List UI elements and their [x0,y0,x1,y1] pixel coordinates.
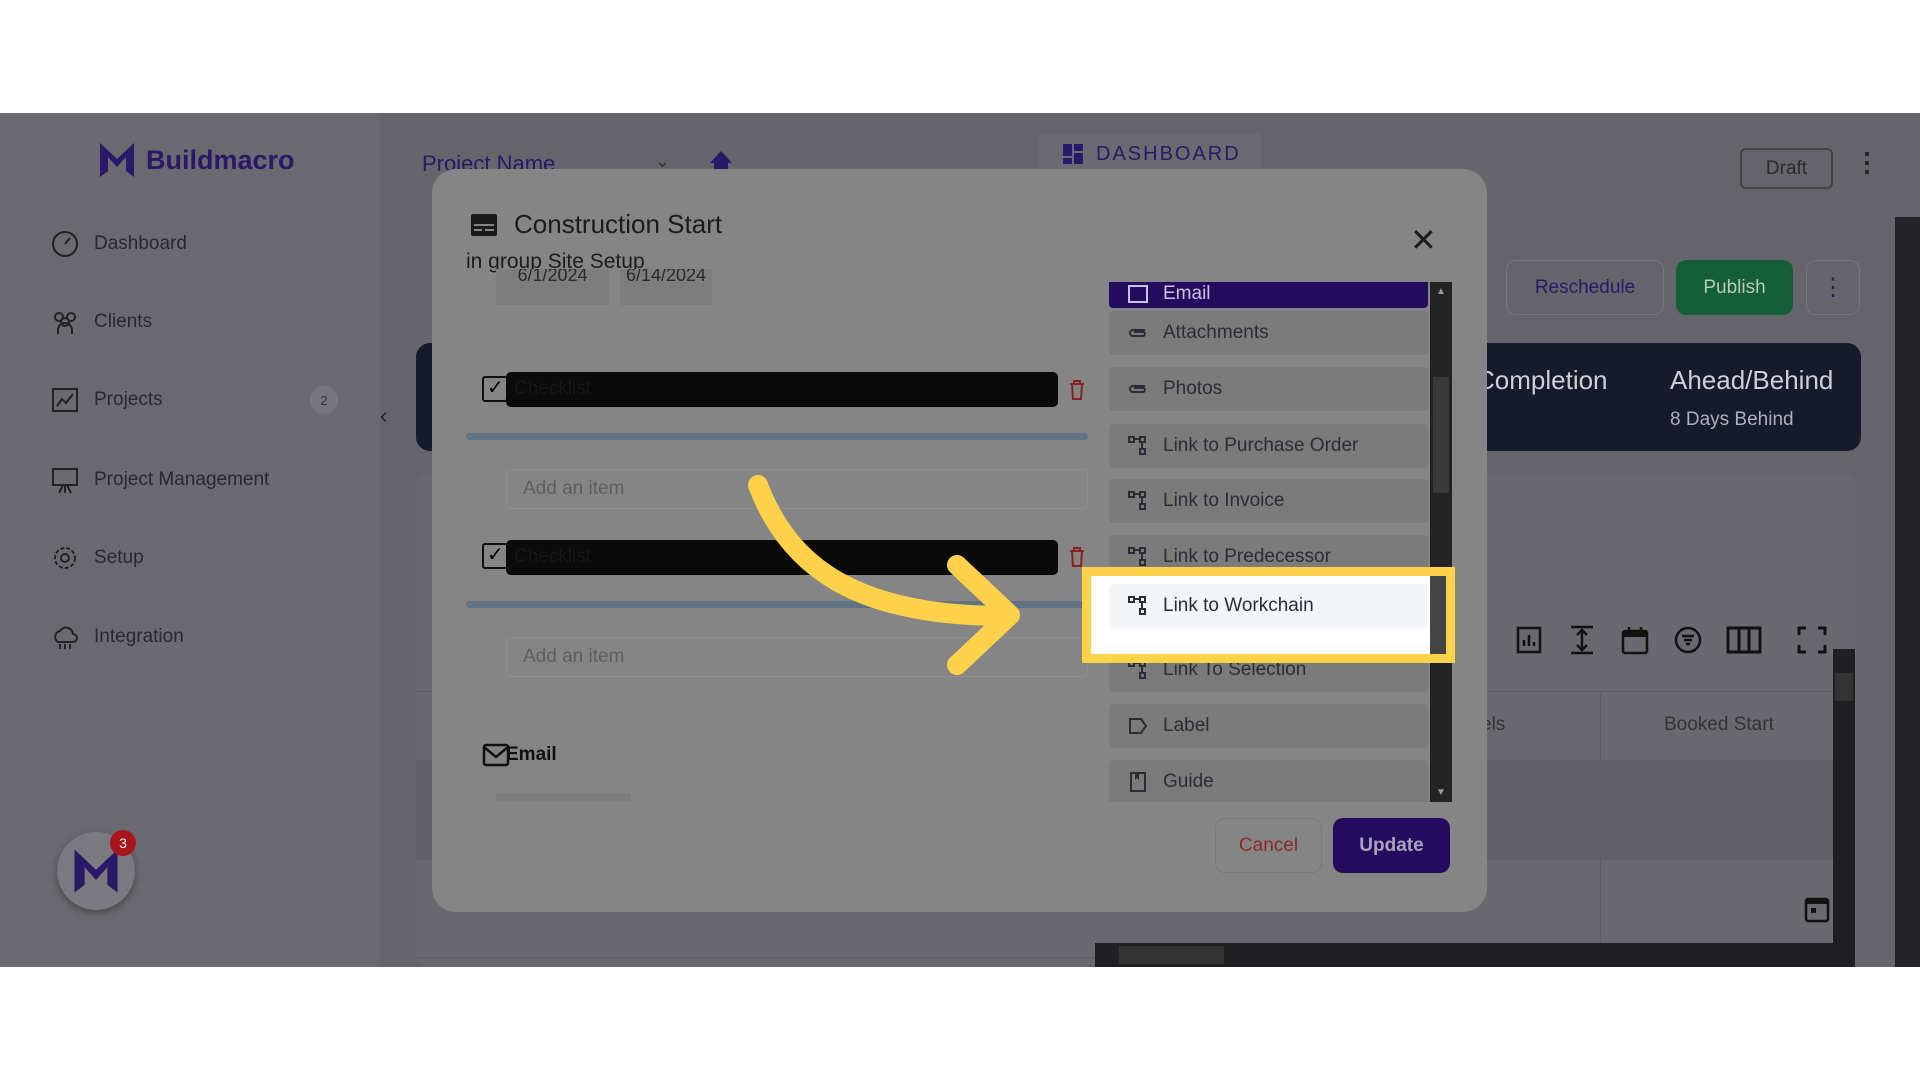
hierarchy-icon [1128,596,1146,615]
dashboard-grid-icon [1063,144,1083,164]
users-icon [54,312,76,334]
hierarchy-icon [1128,436,1146,455]
highlight-box: Link to Workchain [1082,567,1455,663]
sidebar-item-setup[interactable]: Setup [50,543,144,573]
menu-item-link-purchase-order[interactable]: Link to Purchase Order [1109,424,1428,468]
table-horizontal-scrollbar[interactable] [1095,943,1855,967]
logo[interactable]: Buildmacro [98,141,295,179]
notification-badge: 3 [110,830,136,856]
bar-chart-icon[interactable] [1516,626,1542,654]
gear-icon [54,547,76,569]
sidebar-item-clients[interactable]: Clients [50,307,152,337]
book-icon [1130,772,1146,792]
power-up-menu: Email Attachments Photos Link to Purchas… [432,282,1487,802]
sidebar-item-label: Dashboard [94,233,187,254]
task-card-icon [471,214,497,236]
menu-scrollbar[interactable]: ▲ ▼ [1430,282,1452,802]
fullscreen-icon[interactable] [1797,626,1827,654]
chart-icon [52,388,78,412]
sidebar-item-projects[interactable]: Projects [50,385,163,415]
hierarchy-icon [1128,547,1146,566]
filter-icon[interactable] [1674,626,1702,654]
tab-label: DASHBOARD [1096,142,1241,165]
update-button[interactable]: Update [1333,818,1450,873]
menu-item-link-invoice[interactable]: Link to Invoice [1109,479,1428,523]
buildmacro-logo-icon [74,849,118,893]
menu-item-attachments[interactable]: Attachments [1109,311,1428,355]
sidebar-item-label: Integration [94,626,184,647]
more-options-icon[interactable]: ⋮ [1854,147,1880,178]
modal-title: Construction Start [514,209,723,239]
menu-item-label[interactable]: Label [1109,704,1428,748]
brand-name: Buildmacro [146,144,295,175]
paperclip-icon [1129,329,1146,337]
paperclip-icon [1129,385,1146,393]
menu-item-email[interactable]: Email [1109,282,1428,308]
presentation-icon [52,468,78,494]
sidebar-item-label: Projects [94,389,163,410]
menu-item-photos[interactable]: Photos [1109,367,1428,411]
columns-icon[interactable] [1726,626,1762,654]
sidebar-item-label: Setup [94,547,144,568]
menu-item-link-workchain[interactable]: Link to Workchain [1109,584,1428,628]
cloud-icon [54,626,78,649]
sidebar: Buildmacro Dashboard Clients Projects 2 … [0,113,380,967]
draft-button[interactable]: Draft [1740,148,1833,189]
projects-count-badge: 2 [310,386,338,414]
close-icon[interactable]: ✕ [1410,221,1437,259]
email-icon [1128,285,1148,303]
ahead-behind-value: 8 Days Behind [1670,409,1794,430]
menu-scrollbar-segment [1430,576,1446,654]
sidebar-item-project-management[interactable]: Project Management [50,465,269,495]
reschedule-button[interactable]: Reschedule [1506,260,1664,315]
sidebar-item-label: Clients [94,311,153,332]
actions-more-button[interactable]: ⋮ [1806,260,1860,315]
column-header-booked-start: Booked Start [1664,714,1774,735]
tag-icon [1129,718,1148,734]
hierarchy-icon [1128,491,1146,510]
menu-item-guide[interactable]: Guide [1109,760,1428,802]
collapse-sidebar-chevron-icon[interactable]: ‹ [380,403,402,443]
sidebar-item-dashboard[interactable]: Dashboard [50,229,187,259]
task-modal: Construction Start in group Site Setup ✕… [432,169,1487,912]
completion-label: Completion [1476,365,1608,395]
sidebar-item-label: Project Management [94,469,270,490]
expand-rows-icon[interactable] [1569,625,1595,655]
page-scrollbar[interactable] [1895,217,1920,967]
menu-item-label: Link to Workchain [1163,595,1314,616]
calendar-icon[interactable] [1621,625,1649,655]
buildmacro-logo-icon [100,143,134,177]
ahead-behind-label: Ahead/Behind [1670,365,1834,395]
cancel-button[interactable]: Cancel [1215,818,1322,873]
menu-item-label: Email [1163,283,1211,304]
gauge-icon [52,231,78,257]
publish-button[interactable]: Publish [1676,260,1793,315]
table-vertical-scrollbar[interactable] [1833,649,1855,943]
calendar-icon[interactable] [1804,895,1830,923]
sidebar-item-integration[interactable]: Integration [50,622,184,652]
